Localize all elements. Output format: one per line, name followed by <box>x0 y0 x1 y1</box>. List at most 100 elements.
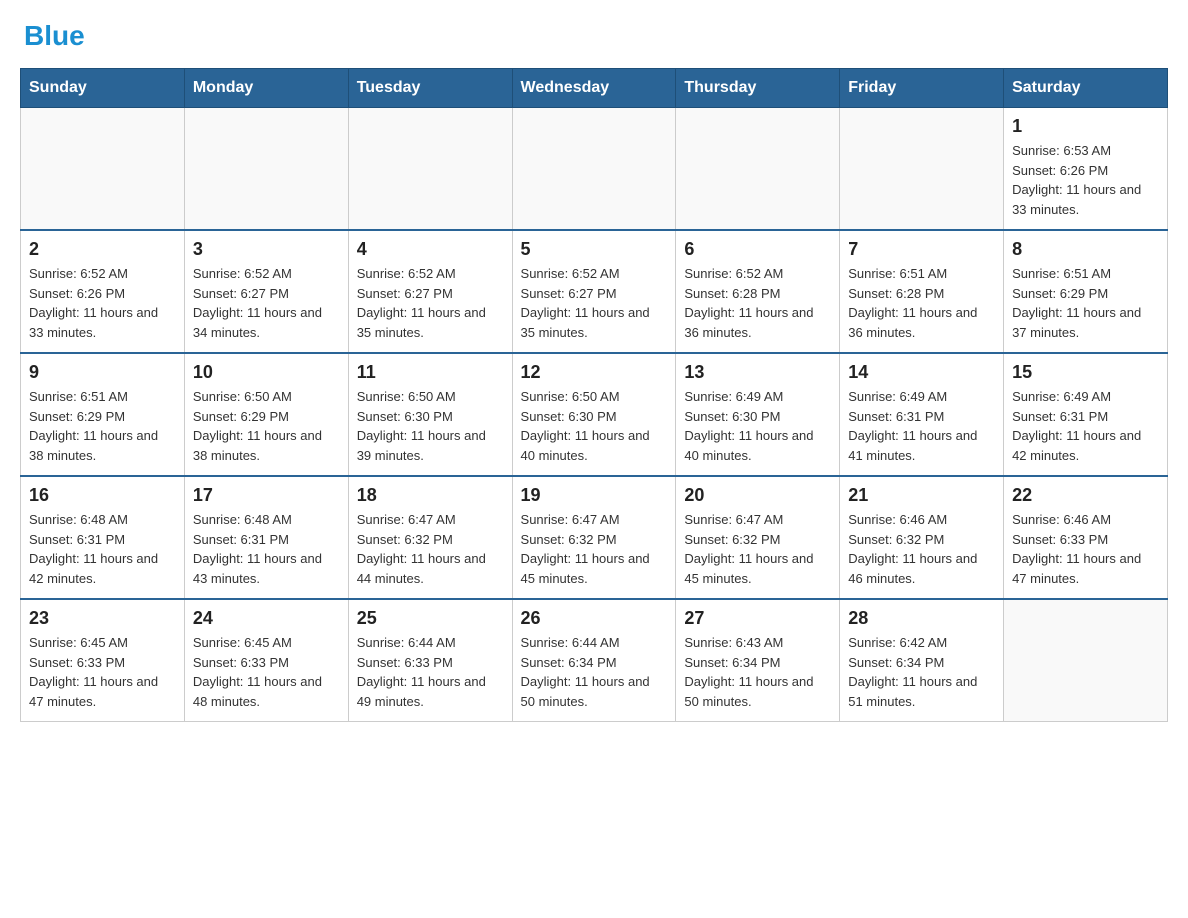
calendar-cell <box>21 108 185 231</box>
day-number: 8 <box>1012 239 1159 260</box>
day-info: Sunrise: 6:49 AM Sunset: 6:31 PM Dayligh… <box>1012 387 1159 465</box>
day-info: Sunrise: 6:43 AM Sunset: 6:34 PM Dayligh… <box>684 633 831 711</box>
day-info: Sunrise: 6:52 AM Sunset: 6:28 PM Dayligh… <box>684 264 831 342</box>
day-of-week-header: Tuesday <box>348 69 512 108</box>
day-of-week-header: Friday <box>840 69 1004 108</box>
day-info: Sunrise: 6:53 AM Sunset: 6:26 PM Dayligh… <box>1012 141 1159 219</box>
day-number: 6 <box>684 239 831 260</box>
day-number: 20 <box>684 485 831 506</box>
day-number: 13 <box>684 362 831 383</box>
day-number: 16 <box>29 485 176 506</box>
day-info: Sunrise: 6:52 AM Sunset: 6:27 PM Dayligh… <box>357 264 504 342</box>
calendar-cell <box>676 108 840 231</box>
calendar-cell: 16 Sunrise: 6:48 AM Sunset: 6:31 PM Dayli… <box>21 476 185 599</box>
day-info: Sunrise: 6:50 AM Sunset: 6:30 PM Dayligh… <box>357 387 504 465</box>
day-number: 22 <box>1012 485 1159 506</box>
day-number: 4 <box>357 239 504 260</box>
day-info: Sunrise: 6:44 AM Sunset: 6:34 PM Dayligh… <box>521 633 668 711</box>
calendar-cell: 27 Sunrise: 6:43 AM Sunset: 6:34 PM Dayli… <box>676 599 840 722</box>
day-number: 19 <box>521 485 668 506</box>
calendar-cell: 23Sunrise: 6:45 AM Sunset: 6:33 PM Dayli… <box>21 599 185 722</box>
calendar-week-row: 16 Sunrise: 6:48 AM Sunset: 6:31 PM Dayli… <box>21 476 1168 599</box>
calendar-week-row: 2 Sunrise: 6:52 AM Sunset: 6:26 PM Daylig… <box>21 230 1168 353</box>
day-info: Sunrise: 6:47 AM Sunset: 6:32 PM Dayligh… <box>357 510 504 588</box>
day-number: 23 <box>29 608 176 629</box>
calendar-cell <box>348 108 512 231</box>
calendar-cell: 11 Sunrise: 6:50 AM Sunset: 6:30 PM Dayli… <box>348 353 512 476</box>
day-info: Sunrise: 6:46 AM Sunset: 6:32 PM Dayligh… <box>848 510 995 588</box>
day-of-week-header: Thursday <box>676 69 840 108</box>
day-info: Sunrise: 6:50 AM Sunset: 6:30 PM Dayligh… <box>521 387 668 465</box>
calendar-cell: 6 Sunrise: 6:52 AM Sunset: 6:28 PM Daylig… <box>676 230 840 353</box>
day-number: 10 <box>193 362 340 383</box>
calendar-cell: 12 Sunrise: 6:50 AM Sunset: 6:30 PM Dayli… <box>512 353 676 476</box>
day-of-week-header: Sunday <box>21 69 185 108</box>
calendar-header-row: SundayMondayTuesdayWednesdayThursdayFrid… <box>21 69 1168 108</box>
calendar-cell: 2 Sunrise: 6:52 AM Sunset: 6:26 PM Daylig… <box>21 230 185 353</box>
calendar-cell <box>840 108 1004 231</box>
day-info: Sunrise: 6:48 AM Sunset: 6:31 PM Dayligh… <box>29 510 176 588</box>
day-number: 21 <box>848 485 995 506</box>
calendar-cell: 20 Sunrise: 6:47 AM Sunset: 6:32 PM Dayli… <box>676 476 840 599</box>
day-info: Sunrise: 6:46 AM Sunset: 6:33 PM Dayligh… <box>1012 510 1159 588</box>
day-number: 11 <box>357 362 504 383</box>
calendar-table: SundayMondayTuesdayWednesdayThursdayFrid… <box>20 68 1168 722</box>
day-info: Sunrise: 6:52 AM Sunset: 6:27 PM Dayligh… <box>521 264 668 342</box>
day-info: Sunrise: 6:49 AM Sunset: 6:31 PM Dayligh… <box>848 387 995 465</box>
day-info: Sunrise: 6:51 AM Sunset: 6:28 PM Dayligh… <box>848 264 995 342</box>
calendar-week-row: 23 Sunrise: 6:45 AM Sunset: 6:33 PM Dayli… <box>21 599 1168 722</box>
calendar-week-row: 1 Sunrise: 6:53 AM Sunset: 6:26 PM Daylig… <box>21 108 1168 231</box>
day-info: Sunrise: 6:45 AM Sunset: 6:33 PM Dayligh… <box>193 633 340 711</box>
calendar-cell: 3 Sunrise: 6:52 AM Sunset: 6:27 PM Daylig… <box>184 230 348 353</box>
day-number: 9 <box>29 362 176 383</box>
page-header: Blue <box>20 20 1168 52</box>
day-number: 17 <box>193 485 340 506</box>
day-number: 26 <box>521 608 668 629</box>
calendar-cell: 4 Sunrise: 6:52 AM Sunset: 6:27 PM Daylig… <box>348 230 512 353</box>
day-info: Sunrise: 6:49 AM Sunset: 6:30 PM Dayligh… <box>684 387 831 465</box>
day-info: Sunrise: 6:51 AM Sunset: 6:29 PM Dayligh… <box>1012 264 1159 342</box>
day-number: 24 <box>193 608 340 629</box>
calendar-cell: 21 Sunrise: 6:46 AM Sunset: 6:32 PM Dayli… <box>840 476 1004 599</box>
day-number: 15 <box>1012 362 1159 383</box>
calendar-cell: 5 Sunrise: 6:52 AM Sunset: 6:27 PM Daylig… <box>512 230 676 353</box>
calendar-cell: 22 Sunrise: 6:46 AM Sunset: 6:33 PM Dayli… <box>1004 476 1168 599</box>
day-info: Sunrise: 6:52 AM Sunset: 6:27 PM Dayligh… <box>193 264 340 342</box>
calendar-cell: 28Sunrise: 6:42 AM Sunset: 6:34 PM Dayli… <box>840 599 1004 722</box>
day-number: 3 <box>193 239 340 260</box>
day-number: 27 <box>684 608 831 629</box>
calendar-cell: 18Sunrise: 6:47 AM Sunset: 6:32 PM Dayli… <box>348 476 512 599</box>
logo: Blue <box>20 20 85 52</box>
calendar-cell: 17 Sunrise: 6:48 AM Sunset: 6:31 PM Dayli… <box>184 476 348 599</box>
day-info: Sunrise: 6:47 AM Sunset: 6:32 PM Dayligh… <box>684 510 831 588</box>
day-info: Sunrise: 6:47 AM Sunset: 6:32 PM Dayligh… <box>521 510 668 588</box>
calendar-cell: 13 Sunrise: 6:49 AM Sunset: 6:30 PM Dayli… <box>676 353 840 476</box>
calendar-cell: 24 Sunrise: 6:45 AM Sunset: 6:33 PM Dayli… <box>184 599 348 722</box>
calendar-cell: 10Sunrise: 6:50 AM Sunset: 6:29 PM Dayli… <box>184 353 348 476</box>
calendar-cell <box>512 108 676 231</box>
day-number: 28 <box>848 608 995 629</box>
day-info: Sunrise: 6:44 AM Sunset: 6:33 PM Dayligh… <box>357 633 504 711</box>
logo-blue-text: Blue <box>24 20 85 51</box>
calendar-cell <box>184 108 348 231</box>
calendar-cell: 19 Sunrise: 6:47 AM Sunset: 6:32 PM Dayli… <box>512 476 676 599</box>
day-number: 2 <box>29 239 176 260</box>
day-number: 1 <box>1012 116 1159 137</box>
calendar-cell <box>1004 599 1168 722</box>
calendar-cell: 14 Sunrise: 6:49 AM Sunset: 6:31 PM Dayli… <box>840 353 1004 476</box>
calendar-cell: 9 Sunrise: 6:51 AM Sunset: 6:29 PM Daylig… <box>21 353 185 476</box>
day-number: 7 <box>848 239 995 260</box>
calendar-cell: 25 Sunrise: 6:44 AM Sunset: 6:33 PM Dayli… <box>348 599 512 722</box>
calendar-cell: 26 Sunrise: 6:44 AM Sunset: 6:34 PM Dayli… <box>512 599 676 722</box>
day-number: 14 <box>848 362 995 383</box>
day-info: Sunrise: 6:52 AM Sunset: 6:26 PM Dayligh… <box>29 264 176 342</box>
day-info: Sunrise: 6:51 AM Sunset: 6:29 PM Dayligh… <box>29 387 176 465</box>
day-number: 25 <box>357 608 504 629</box>
day-info: Sunrise: 6:48 AM Sunset: 6:31 PM Dayligh… <box>193 510 340 588</box>
day-number: 5 <box>521 239 668 260</box>
day-number: 12 <box>521 362 668 383</box>
calendar-cell: 8 Sunrise: 6:51 AM Sunset: 6:29 PM Daylig… <box>1004 230 1168 353</box>
calendar-week-row: 9 Sunrise: 6:51 AM Sunset: 6:29 PM Daylig… <box>21 353 1168 476</box>
day-of-week-header: Monday <box>184 69 348 108</box>
day-of-week-header: Saturday <box>1004 69 1168 108</box>
